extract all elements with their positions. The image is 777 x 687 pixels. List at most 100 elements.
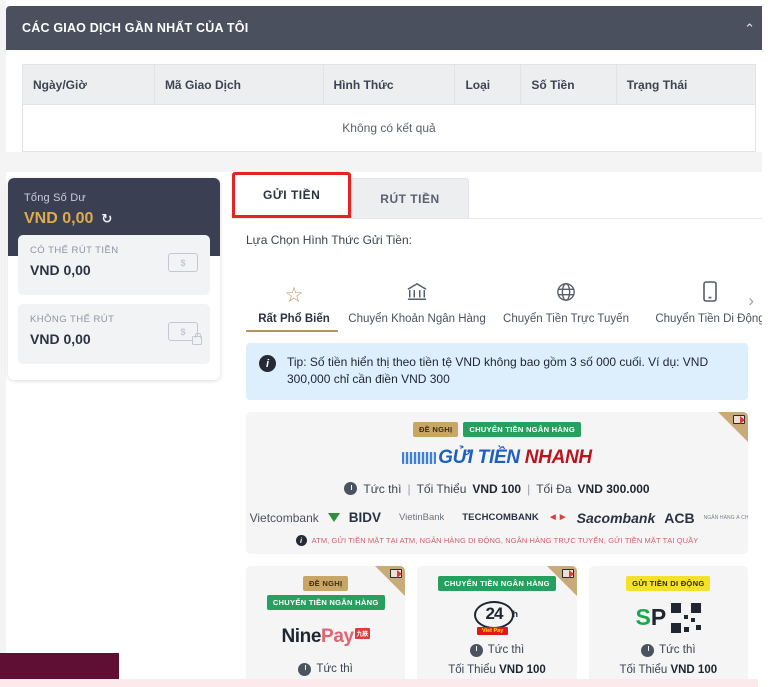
table-row-empty: Không có kết quả: [22, 104, 756, 152]
payment-card-gui-tien-nhanh[interactable]: ĐỀ NGHỊ CHUYỂN TIỀN NGÂN HÀNG GỬI TIỀN N…: [246, 411, 748, 554]
viet24h-logo-chip: Viet Pay: [476, 626, 509, 635]
table-body: Không có kết quả: [22, 104, 756, 152]
logo-secondary: NHANH: [524, 446, 592, 468]
section-gap: [0, 152, 777, 172]
featured-min-value: VND 100: [472, 481, 522, 496]
ninepay-logo-part1: Nine: [281, 625, 322, 647]
col-type: Loại: [454, 64, 522, 105]
sp-min-row: Tối Thiểu VND 100: [597, 664, 740, 676]
bank-logo-vietinbank: VietinBank: [399, 512, 445, 524]
col-method: Hình Thức: [322, 64, 456, 105]
tab-bar: GỬI TIỀN RÚT TIỀN: [232, 172, 762, 218]
badge-bank-transfer: CHUYỂN TIỀN NGÂN HÀNG: [266, 594, 385, 610]
method-popular[interactable]: ☆ Rất Phổ Biến: [246, 285, 342, 325]
ninepay-speed-row: Tức thì: [254, 662, 397, 676]
badge-bank-transfer: CHUYỂN TIỀN NGÂN HÀNG: [463, 421, 582, 437]
bank-logo-vietcombank: Vietcombank: [249, 510, 319, 525]
choose-method-label: Lựa Chọn Hình Thức Gửi Tiền:: [246, 233, 412, 247]
table-header: Ngày/Giờ Mã Giao Dịch Hình Thức Loại Số …: [22, 64, 757, 105]
chevron-up-icon[interactable]: ⌃: [744, 22, 755, 35]
empty-results-message: Không có kết quả: [22, 104, 756, 152]
vietcombank-mark-icon: [327, 513, 340, 523]
bank-logo-acb: ACB: [664, 509, 695, 526]
payment-methods-area: ĐỀ NGHỊ CHUYỂN TIỀN NGÂN HÀNG GỬI TIỀN N…: [246, 411, 748, 687]
bank-logo-bidv: BIDV: [348, 510, 382, 526]
ninepay-logo: NinePay 九轶: [254, 620, 397, 654]
sp-logo-part1: S: [635, 604, 651, 631]
info-icon: i: [259, 355, 276, 372]
sp-logo-part2: P: [650, 604, 667, 631]
sp-qr-logo: SP: [597, 601, 740, 635]
payment-card-ninepay[interactable]: ĐỀ NGHỊ CHUYỂN TIỀN NGÂN HÀNG NinePay 九轶 …: [246, 565, 406, 687]
clock-icon: [298, 662, 312, 676]
col-datetime: Ngày/Giờ: [22, 64, 155, 105]
payment-card-sp-qr[interactable]: GỬI TIỀN DI ĐỘNG SP Tức thì Tối Thiểu VN…: [588, 565, 748, 687]
ninepay-logo-part2: Pay: [321, 625, 354, 647]
viet24h-speed-row: Tức thì: [425, 643, 568, 657]
featured-max-label: Tối Đa: [536, 481, 572, 496]
sp-min-value: VND 100: [670, 663, 718, 676]
badge-recommended: ĐỀ NGHỊ: [412, 421, 459, 437]
bottom-accent-strip: [0, 679, 758, 687]
qr-code-icon: [671, 602, 702, 633]
fast-card-icon: [733, 414, 745, 424]
info-icon-small: i: [295, 534, 307, 546]
bank-logo-acb-subtitle: NGÂN HÀNG Á CHÂU: [703, 514, 748, 521]
featured-min-label: Tối Thiểu: [416, 481, 467, 496]
viet24h-logo-part1: 24: [485, 603, 504, 623]
sp-min-label: Tối Thiểu: [619, 663, 668, 676]
page-scrollbar[interactable]: [762, 0, 777, 687]
method-online-transfer[interactable]: Chuyển Tiền Trực Tuyến: [492, 282, 640, 325]
col-amount: Số Tiền: [520, 64, 617, 105]
deposit-panel: GỬI TIỀN RÚT TIỀN Lựa Chọn Hình Thức Gửi…: [232, 172, 765, 687]
banknote-icon: $: [168, 253, 198, 272]
viet24h-logo: 24 h Viet Pay: [425, 600, 568, 635]
featured-note-text: ATM, GỬI TIỀN MẶT TẠI ATM, NGÂN HÀNG DI …: [311, 535, 699, 545]
gui-tien-nhanh-logo: GỬI TIỀN NHANH: [256, 447, 738, 469]
bank-icon: [406, 282, 428, 306]
mobile-icon: [703, 281, 717, 306]
sp-badges: GỬI TIỀN DI ĐỘNG: [597, 575, 740, 591]
viet24h-min-row: Tối Thiểu VND 100: [425, 664, 568, 676]
featured-limits: Tức thì | Tối Thiểu VND 100 | Tối Đa VND…: [256, 482, 738, 496]
transactions-table-wrap: Ngày/Giờ Mã Giao Dịch Hình Thức Loại Số …: [22, 64, 757, 152]
badge-bank-transfer: CHUYỂN TIỀN NGÂN HÀNG: [438, 575, 556, 591]
payment-card-viet24h[interactable]: CHUYỂN TIỀN NGÂN HÀNG 24 h Viet Pay Tức …: [417, 565, 577, 687]
scrollbar-thumb[interactable]: [764, 148, 775, 448]
featured-note-row: i ATM, GỬI TIỀN MẶT TẠI ATM, NGÂN HÀNG D…: [256, 534, 738, 546]
sp-speed: Tức thì: [659, 644, 696, 657]
ninepay-logo-chip: 九轶: [354, 627, 370, 639]
tab-withdraw[interactable]: RÚT TIỀN: [351, 178, 469, 218]
viet24h-min-label: Tối Thiểu: [448, 663, 496, 676]
withdrawable-balance-card: CÓ THỂ RÚT TIỀN VND 0,00 $: [18, 235, 210, 295]
method-selector: ☆ Rất Phổ Biến Chuyển Khoản Ngân Hàng Ch…: [246, 263, 765, 325]
bank-logo-sacombank: Sacombank: [576, 509, 656, 526]
col-txid: Mã Giao Dịch: [153, 64, 324, 105]
method-online-transfer-label: Chuyển Tiền Trực Tuyến: [503, 313, 629, 325]
banknote-locked-icon: $: [168, 322, 202, 345]
tab-deposit-label: GỬI TIỀN: [263, 188, 321, 202]
recent-transactions-header: CÁC GIAO DỊCH GẦN NHẤT CỦA TÔI ⌃: [6, 6, 771, 50]
fast-card-icon: [390, 568, 403, 578]
total-balance-amount-row: VND 0,00 ↻: [24, 210, 204, 228]
supported-banks-row: i Trợ Vietcombank BIDV VietinBank TECHCO…: [250, 509, 748, 526]
star-icon: ☆: [284, 284, 304, 307]
viet24h-speed: Tức thì: [487, 644, 525, 657]
refresh-icon[interactable]: ↻: [101, 211, 112, 227]
bidv-mark-icon: [387, 514, 393, 521]
chevron-right-icon[interactable]: ›: [748, 291, 754, 311]
method-bank-transfer-label: Chuyển Khoản Ngân Hàng: [348, 313, 486, 325]
tab-deposit[interactable]: GỬI TIỀN: [232, 172, 352, 218]
page-root: CÁC GIAO DỊCH GẦN NHẤT CỦA TÔI ⌃ Ngày/Gi…: [0, 0, 777, 687]
tip-banner: i Tip: Số tiền hiển thị theo tiền tệ VND…: [246, 343, 748, 400]
page-title: CÁC GIAO DỊCH GẦN NHẤT CỦA TÔI: [22, 21, 249, 35]
tip-text: Tip: Số tiền hiển thị theo tiền tệ VND k…: [287, 355, 709, 387]
bank-logo-techcombank: TECHCOMBANK: [462, 512, 539, 524]
method-mobile-transfer[interactable]: Chuyển Tiền Di Động: [640, 281, 777, 325]
clock-icon: [641, 643, 655, 657]
fast-card-icon: [561, 568, 574, 578]
bottom-maroon-bar: [0, 653, 119, 679]
viet24h-min-value: VND 100: [499, 663, 546, 676]
globe-icon: [556, 282, 576, 306]
method-bank-transfer[interactable]: Chuyển Khoản Ngân Hàng: [342, 282, 492, 325]
